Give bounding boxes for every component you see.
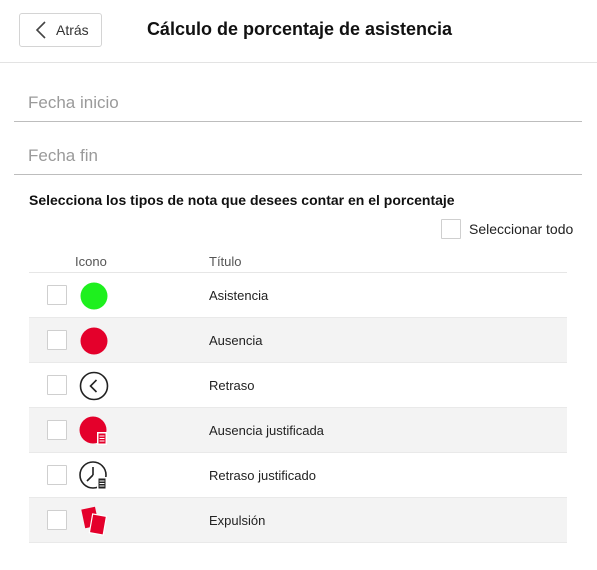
row-title: Retraso — [209, 378, 255, 393]
row-checkbox[interactable] — [47, 285, 67, 305]
start-date-input[interactable] — [28, 93, 568, 113]
row-title: Ausencia justificada — [209, 423, 324, 438]
column-header-title: Título — [209, 254, 242, 269]
red-card-icon — [81, 506, 108, 536]
row-checkbox[interactable] — [47, 465, 67, 485]
red-circle-icon — [80, 327, 108, 355]
table-row[interactable]: Retraso — [29, 363, 567, 408]
select-all-toggle[interactable]: Seleccionar todo — [441, 219, 573, 239]
table-row[interactable]: Retraso justificado — [29, 453, 567, 498]
start-date-field — [14, 82, 582, 122]
end-date-field — [14, 135, 582, 175]
green-circle-icon — [80, 282, 108, 310]
row-checkbox[interactable] — [47, 510, 67, 530]
column-header-icon: Icono — [75, 254, 107, 269]
page-title: Cálculo de porcentaje de asistencia — [146, 19, 453, 39]
top-bar: Atrás Cálculo de porcentaje de asistenci… — [0, 0, 597, 63]
clock-icon — [79, 371, 109, 401]
row-title: Retraso justificado — [209, 468, 316, 483]
clock-document-icon — [79, 461, 107, 490]
table-row[interactable]: Ausencia — [29, 318, 567, 363]
row-checkbox[interactable] — [47, 420, 67, 440]
end-date-input[interactable] — [28, 146, 568, 166]
table-header: Icono Título — [29, 250, 567, 273]
table-row[interactable]: Ausencia justificada — [29, 408, 567, 453]
table-row[interactable]: Expulsión — [29, 498, 567, 543]
select-all-label: Seleccionar todo — [469, 221, 574, 237]
row-checkbox[interactable] — [47, 375, 67, 395]
select-all-checkbox[interactable] — [441, 219, 461, 239]
red-circle-document-icon — [79, 416, 107, 445]
row-title: Ausencia — [209, 333, 263, 348]
table-row[interactable]: Asistencia — [29, 273, 567, 318]
note-types-table: Icono Título Asistencia Ausencia Retraso — [29, 250, 567, 543]
row-checkbox[interactable] — [47, 330, 67, 350]
instruction-text: Selecciona los tipos de nota que desees … — [29, 192, 455, 208]
row-title: Expulsión — [209, 513, 266, 528]
row-title: Asistencia — [209, 288, 269, 303]
